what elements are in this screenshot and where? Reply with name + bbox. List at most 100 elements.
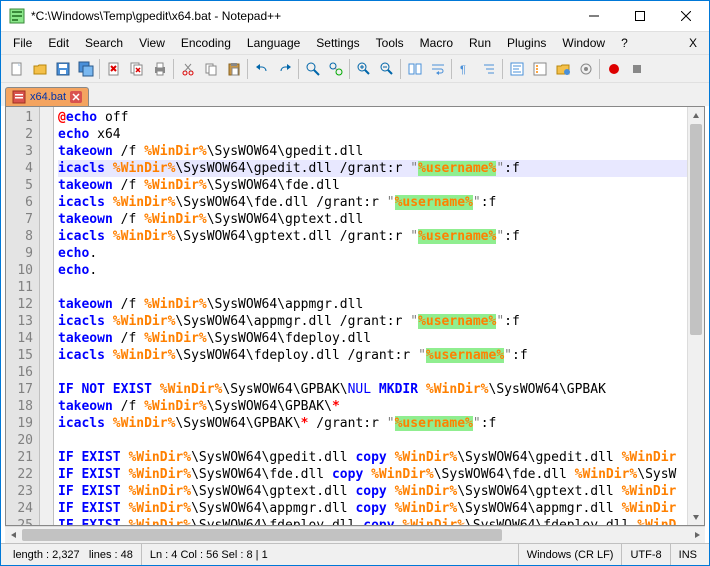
scroll-thumb[interactable] <box>690 124 702 335</box>
line-number: 10 <box>8 262 33 279</box>
scroll-down-button[interactable] <box>688 508 704 525</box>
menu-window[interactable]: Window <box>554 34 613 52</box>
code-line[interactable]: takeown /f %WinDir%\SysWOW64\GPBAK\* <box>58 398 687 415</box>
status-encoding[interactable]: UTF-8 <box>622 544 670 565</box>
line-number: 2 <box>8 126 33 143</box>
code-line[interactable]: echo. <box>58 245 687 262</box>
line-number: 23 <box>8 483 33 500</box>
wordwrap-button[interactable] <box>426 57 449 80</box>
open-file-button[interactable] <box>28 57 51 80</box>
status-length: length : 2,327 lines : 48 <box>5 544 142 565</box>
menu-macro[interactable]: Macro <box>412 34 461 52</box>
editor[interactable]: 1234567891011121314151617181920212223242… <box>5 106 705 526</box>
doc-map-button[interactable] <box>505 57 528 80</box>
replace-button[interactable] <box>324 57 347 80</box>
macro-record-button[interactable] <box>602 57 625 80</box>
scroll-left-button[interactable] <box>5 527 22 543</box>
menu-settings[interactable]: Settings <box>308 34 367 52</box>
menu-tools[interactable]: Tools <box>368 34 412 52</box>
status-position: Ln : 4 Col : 56 Sel : 8 | 1 <box>142 544 519 565</box>
menu-plugins[interactable]: Plugins <box>499 34 554 52</box>
close-file-button[interactable] <box>102 57 125 80</box>
code-line[interactable]: takeown /f %WinDir%\SysWOW64\gpedit.dll <box>58 143 687 160</box>
new-file-button[interactable] <box>5 57 28 80</box>
save-button[interactable] <box>51 57 74 80</box>
line-number: 20 <box>8 432 33 449</box>
horizontal-scrollbar[interactable] <box>5 526 705 543</box>
code-line[interactable]: icacls %WinDir%\SysWOW64\appmgr.dll /gra… <box>58 313 687 330</box>
vertical-scrollbar[interactable] <box>687 107 704 525</box>
find-button[interactable] <box>301 57 324 80</box>
undo-button[interactable] <box>250 57 273 80</box>
menu-language[interactable]: Language <box>239 34 308 52</box>
minimize-button[interactable] <box>571 1 617 31</box>
line-number: 24 <box>8 500 33 517</box>
copy-button[interactable] <box>199 57 222 80</box>
menu-help[interactable]: ? <box>613 34 636 52</box>
line-number: 5 <box>8 177 33 194</box>
print-button[interactable] <box>148 57 171 80</box>
code-line[interactable]: takeown /f %WinDir%\SysWOW64\fdeploy.dll <box>58 330 687 347</box>
menu-run[interactable]: Run <box>461 34 499 52</box>
app-icon <box>9 8 25 24</box>
code-line[interactable]: takeown /f %WinDir%\SysWOW64\fde.dll <box>58 177 687 194</box>
close-all-button[interactable] <box>125 57 148 80</box>
code-line[interactable]: echo x64 <box>58 126 687 143</box>
monitoring-button[interactable] <box>574 57 597 80</box>
code-line[interactable]: takeown /f %WinDir%\SysWOW64\gptext.dll <box>58 211 687 228</box>
window-title: *C:\Windows\Temp\gpedit\x64.bat - Notepa… <box>31 9 571 23</box>
scroll-thumb-h[interactable] <box>22 529 502 541</box>
scroll-right-button[interactable] <box>688 527 705 543</box>
code-line[interactable] <box>58 364 687 381</box>
line-number: 11 <box>8 279 33 296</box>
tab-x64bat[interactable]: x64.bat <box>5 87 89 106</box>
zoom-in-button[interactable] <box>352 57 375 80</box>
redo-button[interactable] <box>273 57 296 80</box>
code-line[interactable]: IF EXIST %WinDir%\SysWOW64\gptext.dll co… <box>58 483 687 500</box>
code-line[interactable]: IF EXIST %WinDir%\SysWOW64\fde.dll copy … <box>58 466 687 483</box>
code-line[interactable]: icacls %WinDir%\SysWOW64\gptext.dll /gra… <box>58 228 687 245</box>
code-area[interactable]: @echo offecho x64takeown /f %WinDir%\Sys… <box>54 107 687 525</box>
line-number: 3 <box>8 143 33 160</box>
menu-file[interactable]: File <box>5 34 40 52</box>
macro-stop-button[interactable] <box>625 57 648 80</box>
line-number: 15 <box>8 347 33 364</box>
menu-view[interactable]: View <box>131 34 173 52</box>
tab-close-button[interactable] <box>70 91 82 103</box>
code-line[interactable]: IF EXIST %WinDir%\SysWOW64\fdeploy.dll c… <box>58 517 687 525</box>
code-line[interactable]: IF EXIST %WinDir%\SysWOW64\gpedit.dll co… <box>58 449 687 466</box>
code-line[interactable]: icacls %WinDir%\SysWOW64\GPBAK\* /grant:… <box>58 415 687 432</box>
status-eol[interactable]: Windows (CR LF) <box>519 544 623 565</box>
folder-workspace-button[interactable] <box>551 57 574 80</box>
menu-search[interactable]: Search <box>77 34 131 52</box>
code-line[interactable]: icacls %WinDir%\SysWOW64\gpedit.dll /gra… <box>58 160 687 177</box>
menu-edit[interactable]: Edit <box>40 34 77 52</box>
paste-button[interactable] <box>222 57 245 80</box>
scroll-up-button[interactable] <box>688 107 704 124</box>
code-line[interactable] <box>58 279 687 296</box>
menu-encoding[interactable]: Encoding <box>173 34 239 52</box>
code-line[interactable]: IF NOT EXIST %WinDir%\SysWOW64\GPBAK\NUL… <box>58 381 687 398</box>
function-list-button[interactable] <box>528 57 551 80</box>
code-line[interactable] <box>58 432 687 449</box>
code-line[interactable]: takeown /f %WinDir%\SysWOW64\appmgr.dll <box>58 296 687 313</box>
code-line[interactable]: icacls %WinDir%\SysWOW64\fdeploy.dll /gr… <box>58 347 687 364</box>
cut-button[interactable] <box>176 57 199 80</box>
zoom-out-button[interactable] <box>375 57 398 80</box>
line-number: 1 <box>8 109 33 126</box>
sync-scroll-button[interactable] <box>403 57 426 80</box>
indent-guide-button[interactable] <box>477 57 500 80</box>
save-all-button[interactable] <box>74 57 97 80</box>
code-line[interactable]: echo. <box>58 262 687 279</box>
code-line[interactable]: IF EXIST %WinDir%\SysWOW64\appmgr.dll co… <box>58 500 687 517</box>
close-button[interactable] <box>663 1 709 31</box>
close-doc-button[interactable]: X <box>681 34 705 52</box>
show-all-chars-button[interactable]: ¶ <box>454 57 477 80</box>
status-mode[interactable]: INS <box>671 544 705 565</box>
line-number: 17 <box>8 381 33 398</box>
code-line[interactable]: icacls %WinDir%\SysWOW64\fde.dll /grant:… <box>58 194 687 211</box>
line-number: 4 <box>8 160 33 177</box>
maximize-button[interactable] <box>617 1 663 31</box>
line-number: 16 <box>8 364 33 381</box>
code-line[interactable]: @echo off <box>58 109 687 126</box>
